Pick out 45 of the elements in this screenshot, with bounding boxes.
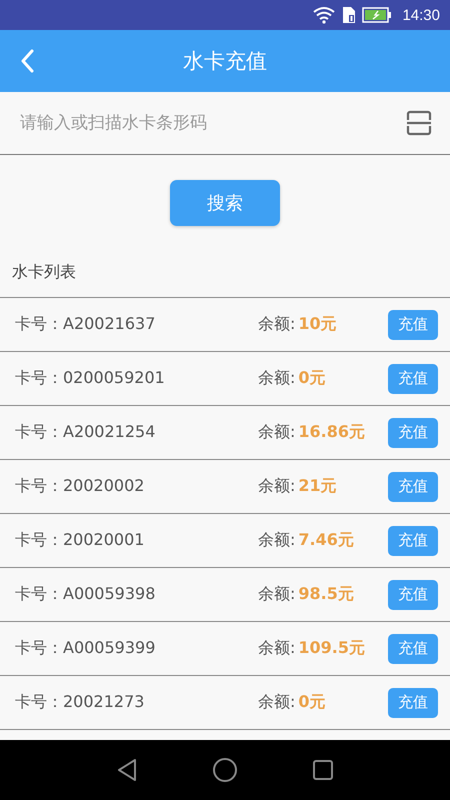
balance-label: 余额: [258, 692, 296, 713]
card-number: 卡号：A20021637 [15, 314, 156, 335]
recharge-button[interactable]: 充值 [388, 688, 438, 718]
search-field[interactable]: 请输入或扫描水卡条形码 [18, 112, 406, 134]
card-number: 卡号：20020002 [15, 476, 146, 497]
balance-label: 余额: [258, 368, 296, 389]
recent-apps-icon[interactable] [312, 759, 334, 781]
balance-amount: 109.5元 [298, 638, 365, 659]
card-number: 卡号：20020001 [15, 530, 146, 551]
recharge-button[interactable]: 充值 [388, 526, 438, 556]
home-icon[interactable] [212, 757, 238, 783]
balance-label: 余额: [258, 584, 296, 605]
card-number: 卡号：0200059201 [15, 368, 166, 389]
recharge-button[interactable]: 充值 [388, 364, 438, 394]
balance-label: 余额: [258, 476, 296, 497]
recharge-button[interactable]: 充值 [388, 472, 438, 502]
recharge-button[interactable]: 充值 [388, 634, 438, 664]
card-number: 卡号：A20021254 [15, 422, 156, 443]
balance-amount: 7.46元 [298, 530, 354, 551]
wifi-icon [312, 6, 336, 24]
recharge-button[interactable]: 充值 [388, 580, 438, 610]
recharge-button[interactable]: 充值 [388, 418, 438, 448]
balance-amount: 21元 [298, 476, 337, 497]
recharge-button[interactable]: 充值 [388, 310, 438, 340]
balance-label: 余额: [258, 530, 296, 551]
scan-icon[interactable] [406, 110, 432, 136]
battery-icon [362, 7, 392, 23]
balance-amount: 0元 [298, 368, 326, 389]
card-number: 卡号：20021273 [15, 692, 146, 713]
clock-time: 14:30 [402, 6, 440, 24]
sim-card-icon [342, 6, 356, 24]
back-icon[interactable] [116, 758, 138, 782]
balance-amount: 98.5元 [298, 584, 354, 605]
back-icon[interactable] [20, 49, 34, 73]
section-title: 水卡列表 [0, 252, 450, 298]
card-number: 卡号：A00059399 [15, 638, 156, 659]
search-button[interactable]: 搜索 [170, 180, 280, 226]
card-number: 卡号：A00059398 [15, 584, 156, 605]
balance-amount: 16.86元 [298, 422, 365, 443]
balance-amount: 10元 [298, 314, 337, 335]
balance-label: 余额: [258, 638, 296, 659]
balance-label: 余额: [258, 314, 296, 335]
balance-label: 余额: [258, 422, 296, 443]
balance-amount: 0元 [298, 692, 326, 713]
screen-title: 水卡充值 [182, 48, 268, 75]
